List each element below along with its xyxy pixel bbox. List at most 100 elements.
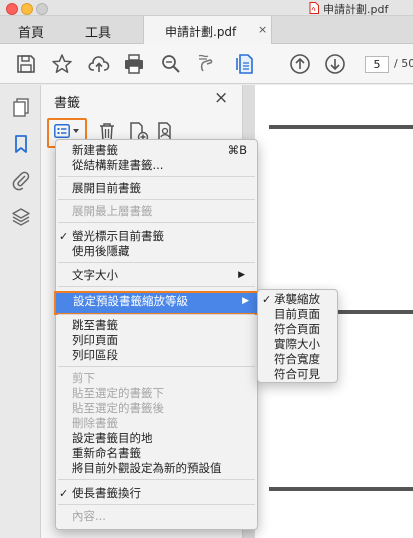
menu-item-set-appearance-default[interactable]: 將目前外觀設定為新的預設值 — [56, 461, 257, 476]
minimize-window-button[interactable] — [21, 3, 33, 15]
menu-item-label: 內容... — [72, 509, 106, 523]
menu-item-label: 新建書籤 — [72, 143, 118, 157]
toolbar: 5 / 50 — [0, 44, 413, 84]
menu-item-paste-under: 貼至選定的書籤下 — [56, 386, 257, 401]
menu-item-label: 將目前外觀設定為新的預設值 — [72, 461, 222, 475]
panel-close-icon[interactable]: × — [214, 88, 228, 108]
menu-item-new-bookmark[interactable]: 新建書籤 ⌘B — [56, 143, 257, 158]
tab-home[interactable]: 首頁 — [18, 22, 44, 41]
menu-item-label: 設定書籤目的地 — [72, 431, 153, 445]
page-total: / 50 — [394, 57, 413, 70]
submenu-item-fit-page[interactable]: 符合頁面 — [258, 322, 337, 337]
menu-item-label: 展開最上層書籤 — [72, 204, 153, 218]
menu-item-properties: 內容... — [56, 509, 257, 524]
tab-tools[interactable]: 工具 — [85, 22, 111, 41]
previous-page-icon[interactable] — [288, 52, 312, 76]
list-options-icon — [54, 124, 70, 138]
print-icon[interactable] — [122, 52, 146, 76]
submenu-item-inherit-zoom[interactable]: ✓ 承襲縮放 — [258, 292, 337, 307]
menu-item-wrap-long[interactable]: ✓ 使長書籤換行 — [56, 486, 257, 501]
menu-separator — [58, 262, 255, 263]
page-rule — [269, 487, 413, 491]
upload-cloud-icon[interactable] — [87, 52, 111, 76]
menu-item-print-sections[interactable]: 列印區段 — [56, 348, 257, 363]
menu-item-label: 使長書籤換行 — [72, 486, 141, 500]
title-bar: 申請計劃.pdf — [0, 0, 413, 16]
checkmark-icon: ✓ — [59, 230, 69, 243]
menu-item-highlight-current[interactable]: ✓ 螢光標示目前書籤 — [56, 229, 257, 244]
submenu-item-actual-size[interactable]: 實際大小 — [258, 337, 337, 352]
submenu-item-label: 承襲縮放 — [274, 292, 320, 306]
submenu-item-label: 符合可見 — [274, 367, 320, 381]
menu-item-text-size[interactable]: 文字大小 ▶ — [56, 268, 257, 283]
hand-signature-icon[interactable] — [195, 52, 219, 76]
zoom-search-icon[interactable] — [159, 52, 183, 76]
menu-item-label: 設定預設書籤縮放等級 — [73, 294, 188, 308]
menu-item-set-destination[interactable]: 設定書籤目的地 — [56, 431, 257, 446]
menu-separator — [58, 366, 255, 367]
menu-separator — [58, 222, 255, 223]
pdf-file-icon — [309, 2, 319, 14]
tab-bar: 首頁 工具 申請計劃.pdf × — [0, 16, 413, 45]
menu-item-label: 跳至書籤 — [72, 318, 118, 332]
menu-separator — [58, 176, 255, 177]
menu-item-expand-top-level: 展開最上層書籤 — [56, 204, 257, 219]
chevron-down-icon — [73, 129, 79, 133]
star-icon[interactable] — [50, 52, 74, 76]
tab-close-icon[interactable]: × — [258, 23, 267, 36]
menu-item-delete: 刪除書籤 — [56, 416, 257, 431]
layers-icon[interactable] — [10, 206, 32, 228]
panel-title: 書籤 — [54, 96, 81, 111]
pages-thumbnail-icon[interactable] — [10, 96, 32, 118]
submenu-arrow-icon: ▶ — [238, 270, 245, 280]
menu-item-new-from-structure[interactable]: 從結構新建書籤... — [56, 158, 257, 173]
zoom-level-submenu: ✓ 承襲縮放 目前頁面 符合頁面 實際大小 符合寬度 符合可見 — [257, 289, 338, 383]
menu-item-label: 重新命名書籤 — [72, 446, 141, 460]
page-number-input[interactable]: 5 — [365, 56, 389, 73]
submenu-item-fit-width[interactable]: 符合寬度 — [258, 352, 337, 367]
menu-item-label: 刪除書籤 — [72, 416, 118, 430]
zoom-window-button[interactable] — [36, 3, 48, 15]
left-nav — [0, 85, 41, 538]
menu-item-label: 貼至選定的書籤後 — [72, 401, 164, 415]
menu-item-label: 剪下 — [72, 371, 95, 385]
attachment-icon[interactable] — [10, 169, 32, 191]
close-window-button[interactable] — [6, 3, 18, 15]
menu-item-label: 貼至選定的書籤下 — [72, 386, 164, 400]
menu-separator — [58, 286, 255, 287]
submenu-arrow-icon: ▶ — [242, 296, 249, 306]
bookmark-icon[interactable] — [10, 133, 32, 155]
menu-item-label: 使用後隱藏 — [72, 244, 130, 258]
submenu-item-label: 目前頁面 — [274, 307, 320, 321]
tab-document[interactable]: 申請計劃.pdf × — [143, 16, 272, 45]
menu-item-label: 螢光標示目前書籤 — [72, 229, 164, 243]
menu-item-hide-after-use[interactable]: 使用後隱藏 — [56, 244, 257, 259]
page-rule — [269, 125, 413, 129]
menu-separator — [58, 314, 255, 315]
menu-item-label: 文字大小 — [72, 268, 118, 282]
submenu-item-fit-visible[interactable]: 符合可見 — [258, 367, 337, 382]
menu-item-label: 展開目前書籤 — [72, 181, 141, 195]
menu-item-default-zoom[interactable]: 設定預設書籤縮放等級 ▶ — [54, 291, 263, 315]
menu-item-goto[interactable]: 跳至書籤 — [56, 318, 257, 333]
menu-item-label: 從結構新建書籤... — [72, 158, 164, 172]
save-icon[interactable] — [14, 52, 38, 76]
window-title: 申請計劃.pdf — [323, 3, 389, 16]
menu-separator — [58, 199, 255, 200]
submenu-item-label: 實際大小 — [274, 337, 320, 351]
document-pages-icon[interactable] — [233, 52, 257, 76]
menu-item-paste-after: 貼至選定的書籤後 — [56, 401, 257, 416]
checkmark-icon: ✓ — [262, 293, 272, 306]
submenu-item-label: 符合寬度 — [274, 352, 320, 366]
menu-separator — [58, 504, 255, 505]
bookmark-options-menu: 新建書籤 ⌘B 從結構新建書籤... 展開目前書籤 展開最上層書籤 ✓ 螢光標示… — [54, 139, 263, 530]
menu-item-label: 列印區段 — [72, 348, 118, 362]
next-page-icon[interactable] — [323, 52, 347, 76]
menu-item-rename[interactable]: 重新命名書籤 — [56, 446, 257, 461]
submenu-item-label: 符合頁面 — [274, 322, 320, 336]
submenu-item-current-page[interactable]: 目前頁面 — [258, 307, 337, 322]
menu-item-expand-current[interactable]: 展開目前書籤 — [56, 181, 257, 196]
tab-document-label: 申請計劃.pdf — [165, 25, 237, 39]
menu-item-cut: 剪下 — [56, 371, 257, 386]
menu-item-print-pages[interactable]: 列印頁面 — [56, 333, 257, 348]
